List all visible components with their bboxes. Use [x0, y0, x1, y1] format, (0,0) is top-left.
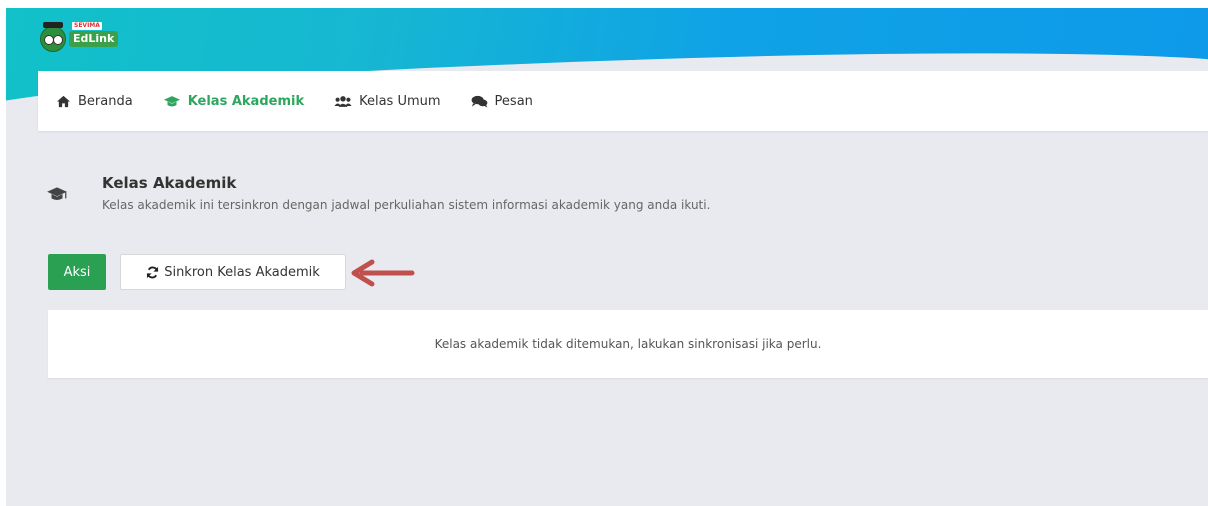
- edlink-logo[interactable]: SEVIMA EdLink: [40, 22, 119, 52]
- comments-icon: [471, 95, 488, 108]
- logo-text: SEVIMA EdLink: [69, 22, 119, 47]
- nav-item-beranda[interactable]: Beranda: [56, 94, 133, 109]
- graduation-cap-icon: [46, 186, 68, 206]
- page-title: Kelas Akademik: [102, 174, 237, 192]
- document-text-crop: [0, 0, 1208, 8]
- graduation-cap-icon: [163, 95, 181, 108]
- edlink-app: SEVIMA EdLink Beranda Kelas Akademik Kel…: [6, 8, 1208, 506]
- empty-state-message: Kelas akademik tidak ditemukan, lakukan …: [434, 337, 822, 351]
- aksi-button[interactable]: Aksi: [48, 254, 106, 290]
- home-icon: [56, 95, 71, 108]
- sync-kelas-akademik-button[interactable]: Sinkron Kelas Akademik: [120, 254, 346, 290]
- page-description: Kelas akademik ini tersinkron dengan jad…: [102, 198, 711, 212]
- refresh-icon: [146, 266, 159, 279]
- empty-state-card: Kelas akademik tidak ditemukan, lakukan …: [48, 310, 1208, 378]
- owl-logo-icon: [40, 22, 66, 52]
- annotation-arrow-icon: [348, 258, 416, 292]
- nav-label: Kelas Akademik: [187, 93, 305, 109]
- nav-item-pesan[interactable]: Pesan: [471, 94, 533, 109]
- section-header: Kelas Akademik Kelas akademik ini tersin…: [46, 174, 946, 218]
- logo-tag: SEVIMA: [72, 22, 102, 30]
- nav-item-kelas-akademik[interactable]: Kelas Akademik: [163, 94, 304, 109]
- nav-item-kelas-umum[interactable]: Kelas Umum: [334, 93, 441, 109]
- sync-button-label: Sinkron Kelas Akademik: [164, 264, 320, 280]
- nav-label: Pesan: [494, 93, 533, 109]
- nav-label: Kelas Umum: [359, 93, 441, 109]
- users-icon: [334, 95, 352, 108]
- nav-label: Beranda: [78, 93, 133, 109]
- main-nav: Beranda Kelas Akademik Kelas Umum Pesan: [38, 71, 1208, 131]
